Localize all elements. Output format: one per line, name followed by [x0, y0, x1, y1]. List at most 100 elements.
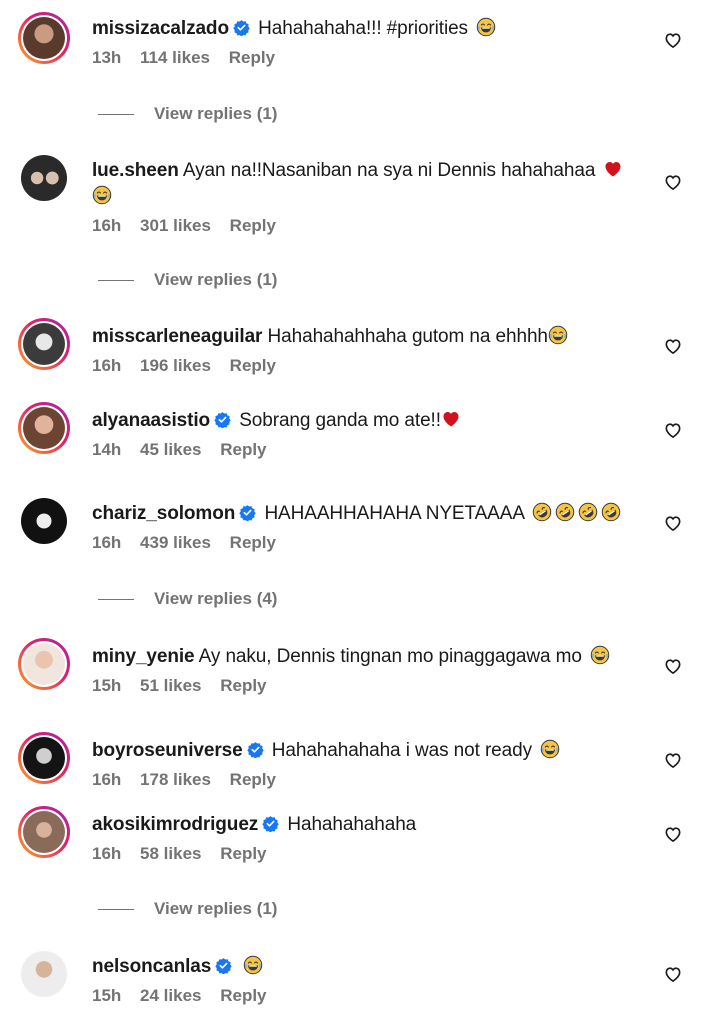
comment-username[interactable]: missizacalzado [92, 18, 229, 39]
comment-likes[interactable]: 439 likes [140, 533, 211, 552]
comment-time: 15h [92, 676, 122, 695]
verified-badge-icon [247, 741, 264, 758]
comment-username[interactable]: miny_yenie [92, 646, 195, 667]
comment-username[interactable]: misscarleneaguilar [92, 326, 262, 347]
comment-body: HAHAAHHAHAHA NYETAAAA [264, 503, 524, 524]
view-replies-label: View replies (4) [154, 589, 278, 608]
comment-meta: 14h 45 likes Reply [92, 440, 643, 460]
heart-outline-icon[interactable] [663, 336, 683, 356]
avatar[interactable] [18, 12, 70, 64]
avatar[interactable] [18, 806, 70, 858]
comment-likes[interactable]: 58 likes [140, 844, 201, 863]
heart-outline-icon[interactable] [663, 656, 683, 676]
heart-outline-icon[interactable] [663, 824, 683, 844]
view-replies-button[interactable]: View replies (1) [98, 270, 277, 290]
tears-of-joy-emoji [476, 17, 496, 37]
comment-username[interactable]: akosikimrodriguez [92, 814, 258, 835]
heart-outline-icon[interactable] [663, 750, 683, 770]
comment-likes[interactable]: 45 likes [140, 440, 201, 459]
comment-text-line: boyroseuniverse Hahahahahaha i was not r… [92, 738, 643, 764]
comment-username[interactable]: chariz_solomon [92, 503, 235, 524]
view-replies-button[interactable]: View replies (1) [98, 899, 277, 919]
heart-outline-icon[interactable] [663, 420, 683, 440]
reply-button[interactable]: Reply [230, 356, 276, 375]
verified-badge-icon [233, 19, 250, 36]
avatar[interactable] [18, 948, 70, 1000]
heart-outline-icon[interactable] [663, 964, 683, 984]
comment-username[interactable]: boyroseuniverse [92, 740, 243, 761]
comment-time: 16h [92, 533, 122, 552]
rolling-laughing-emoji [532, 502, 552, 522]
comment-text-line: alyanaasistio Sobrang ganda mo ate!! [92, 408, 643, 434]
comment-meta: 16h 178 likes Reply [92, 770, 643, 790]
view-replies-button[interactable]: View replies (1) [98, 104, 277, 124]
view-replies-label: View replies (1) [154, 270, 278, 289]
red-heart-emoji [603, 159, 623, 179]
heart-outline-icon[interactable] [663, 30, 683, 50]
divider-dash [98, 113, 134, 115]
reply-button[interactable]: Reply [220, 844, 266, 863]
comment-likes[interactable]: 24 likes [140, 986, 201, 1005]
reply-button[interactable]: Reply [229, 48, 275, 67]
comment-body: Sobrang ganda mo ate!! [239, 410, 441, 431]
comment-meta: 15h 24 likes Reply [92, 986, 643, 1006]
comment-username[interactable]: nelsoncanlas [92, 956, 211, 977]
comment-time: 14h [92, 440, 122, 459]
avatar[interactable] [18, 318, 70, 370]
comment-meta: 16h 196 likes Reply [92, 356, 643, 376]
comment-list: missizacalzado Hahahahaha!!! #priorities… [0, 0, 703, 1024]
verified-badge-icon [262, 815, 279, 832]
comment-body: Hahahahaha!!! #priorities [258, 18, 468, 39]
comment-text-line: nelsoncanlas [92, 954, 643, 980]
comment-time: 13h [92, 48, 122, 67]
verified-badge-icon [239, 504, 256, 521]
tears-of-joy-emoji [548, 325, 568, 345]
comment-username[interactable]: lue.sheen [92, 160, 179, 181]
comment-likes[interactable]: 51 likes [140, 676, 201, 695]
reply-button[interactable]: Reply [230, 533, 276, 552]
reply-button[interactable]: Reply [220, 676, 266, 695]
comment-text-line: lue.sheen Ayan na!!Nasaniban na sya ni D… [92, 158, 643, 210]
comment-meta: 16h 58 likes Reply [92, 844, 643, 864]
reply-button[interactable]: Reply [230, 770, 276, 789]
comment-time: 16h [92, 356, 122, 375]
avatar[interactable] [18, 732, 70, 784]
view-replies-button[interactable]: View replies (4) [98, 589, 277, 609]
comment-likes[interactable]: 301 likes [140, 216, 211, 235]
heart-outline-icon[interactable] [663, 513, 683, 533]
divider-dash [98, 908, 134, 910]
comment-body: Hahahahahaha [287, 814, 417, 835]
rolling-laughing-emoji [601, 502, 621, 522]
avatar[interactable] [18, 152, 70, 204]
verified-badge-icon [215, 957, 232, 974]
comment-meta: 16h 439 likes Reply [92, 533, 643, 553]
tears-of-joy-emoji [243, 955, 263, 975]
heart-outline-icon[interactable] [663, 172, 683, 192]
avatar[interactable] [18, 402, 70, 454]
comment-username[interactable]: alyanaasistio [92, 410, 210, 431]
comment-text-line: miny_yenie Ay naku, Dennis tingnan mo pi… [92, 644, 643, 670]
avatar[interactable] [18, 495, 70, 547]
comment-time: 16h [92, 770, 122, 789]
view-replies-label: View replies (1) [154, 104, 278, 123]
comment-body: Ayan na!!Nasaniban na sya ni Dennis haha… [182, 160, 596, 181]
comment-text-line: misscarleneaguilar Hahahahahhaha gutom n… [92, 324, 643, 350]
avatar[interactable] [18, 638, 70, 690]
tears-of-joy-emoji [540, 739, 560, 759]
comment-body: Hahahahahaha i was not ready [271, 740, 532, 761]
comment-likes[interactable]: 178 likes [140, 770, 211, 789]
comment-likes[interactable]: 196 likes [140, 356, 211, 375]
comment-text-line: akosikimrodriguez Hahahahahaha [92, 812, 643, 838]
reply-button[interactable]: Reply [220, 986, 266, 1005]
reply-button[interactable]: Reply [220, 440, 266, 459]
comment-time: 15h [92, 986, 122, 1005]
comment-time: 16h [92, 844, 122, 863]
comment-meta: 16h 301 likes Reply [92, 216, 643, 236]
comment-text-line: missizacalzado Hahahahaha!!! #priorities [92, 16, 643, 42]
reply-button[interactable]: Reply [230, 216, 276, 235]
verified-badge-icon [214, 411, 231, 428]
tears-of-joy-emoji [590, 645, 610, 665]
red-heart-emoji [441, 409, 461, 429]
comment-time: 16h [92, 216, 122, 235]
comment-likes[interactable]: 114 likes [140, 48, 210, 67]
